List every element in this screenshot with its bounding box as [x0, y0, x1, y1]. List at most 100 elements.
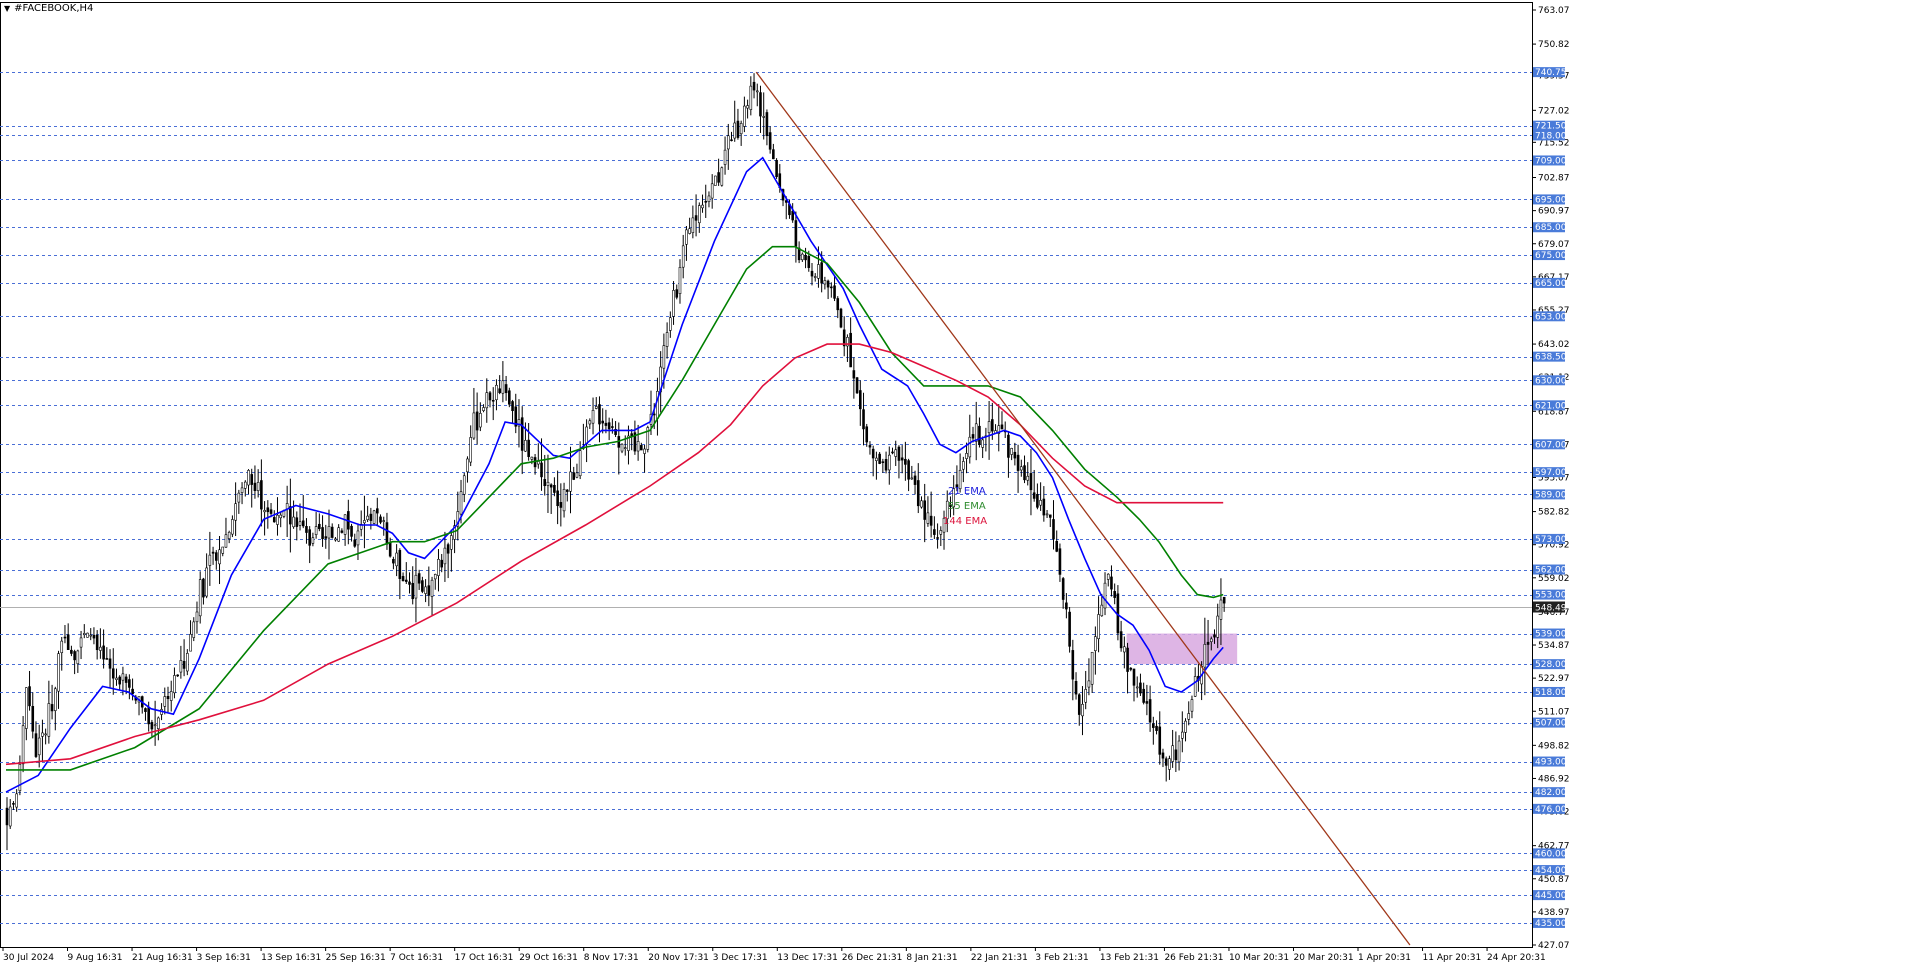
level-label: 597.00 [1535, 468, 1567, 478]
candle-body [933, 529, 936, 535]
candle-body [1077, 694, 1081, 715]
candle-body [311, 537, 315, 544]
candle-body [25, 687, 28, 729]
time-tick-label: 13 Dec 17:31 [777, 953, 838, 963]
candle-body [414, 574, 418, 599]
candle-body [15, 793, 18, 808]
candle-body [173, 675, 176, 694]
candle-body [272, 517, 276, 523]
level-label: 454.00 [1535, 866, 1567, 876]
candle-body [549, 484, 553, 488]
candle-body [849, 332, 852, 368]
price-tick-label: 679.07 [1538, 240, 1570, 250]
candle-body [569, 471, 572, 492]
candle-body [572, 472, 576, 480]
price-tick-label: 582.82 [1538, 508, 1570, 518]
candle-body [111, 668, 115, 679]
candle-body [82, 633, 86, 636]
candle-body [749, 85, 753, 110]
candle-body [965, 453, 968, 459]
candle-body [440, 559, 444, 568]
candle-body [169, 691, 173, 701]
candle-body [704, 200, 708, 203]
candle-body [1065, 602, 1068, 610]
candle-body [640, 445, 643, 451]
candle-body [369, 513, 373, 521]
time-tick-label: 13 Sep 16:31 [261, 953, 321, 963]
candle-body [189, 633, 192, 652]
time-tick-label: 26 Feb 21:31 [1164, 953, 1223, 963]
candle-body [1084, 689, 1087, 703]
candle-body [221, 546, 225, 554]
candle-body [1193, 676, 1197, 697]
candle-body [910, 477, 914, 480]
price-tick-label: 450.87 [1538, 875, 1570, 885]
candle-body [37, 737, 41, 756]
candle-body [907, 460, 910, 480]
candle-body [256, 482, 260, 491]
candle-body [675, 289, 679, 298]
candle-body [611, 426, 614, 428]
price-tick-label: 427.07 [1538, 941, 1570, 951]
candle-body [894, 449, 898, 457]
candle-body [1023, 465, 1026, 481]
candle-body [157, 717, 160, 729]
candle-body [408, 581, 411, 585]
candle-body [604, 422, 608, 426]
candle-body [379, 516, 382, 523]
candle-body [1097, 614, 1100, 640]
candle-body [643, 448, 646, 454]
candle-body [482, 407, 485, 411]
candle-body [437, 559, 440, 576]
candle-body [665, 332, 669, 347]
candle-body [269, 509, 273, 514]
candle-body [543, 479, 547, 487]
candle-body [176, 674, 179, 677]
candle-body [163, 696, 167, 707]
candle-body [243, 481, 247, 489]
level-label: 621.00 [1535, 401, 1567, 411]
candle-body [511, 401, 514, 412]
candle-body [736, 120, 740, 138]
candle-body [99, 646, 102, 651]
candle-body [253, 482, 257, 491]
candle-body [491, 399, 495, 402]
candle-body [601, 420, 605, 424]
candle-body [382, 520, 386, 522]
candle-body [404, 579, 408, 582]
candle-body [276, 514, 279, 525]
level-label: 435.00 [1535, 919, 1567, 929]
candle-body [520, 417, 524, 451]
level-label: 607.00 [1535, 440, 1567, 450]
candle-body [350, 525, 353, 537]
candle-body [466, 458, 469, 473]
candle-body [421, 580, 424, 592]
candle-body [688, 228, 691, 234]
candle-body [308, 529, 311, 546]
candle-body [527, 439, 530, 457]
time-tick-label: 22 Jan 21:31 [971, 953, 1028, 963]
candle-body [739, 123, 743, 135]
candle-body [585, 426, 588, 445]
candle-body [672, 290, 675, 317]
candle-body [823, 280, 827, 285]
legend-21-ema: 21 EMA [948, 486, 986, 497]
candle-body [1132, 668, 1136, 686]
candle-body [904, 458, 907, 465]
trend-line [755, 71, 1411, 946]
price-tick-label: 522.97 [1538, 674, 1570, 684]
candle-body [224, 534, 228, 548]
candle-body [279, 514, 283, 519]
candle-body [830, 286, 833, 289]
candle-body [343, 514, 347, 535]
time-tick-label: 25 Sep 16:31 [326, 953, 386, 963]
candle-body [1164, 758, 1168, 766]
candle-body [205, 567, 208, 597]
candle-body [839, 308, 843, 328]
candle-body [746, 105, 749, 109]
candle-body [115, 677, 118, 680]
price-chart[interactable]: 763.07750.82739.57727.02715.52702.87690.… [0, 0, 1916, 963]
candle-body [292, 516, 295, 528]
candle-body [710, 183, 714, 199]
candle-body [765, 112, 769, 137]
